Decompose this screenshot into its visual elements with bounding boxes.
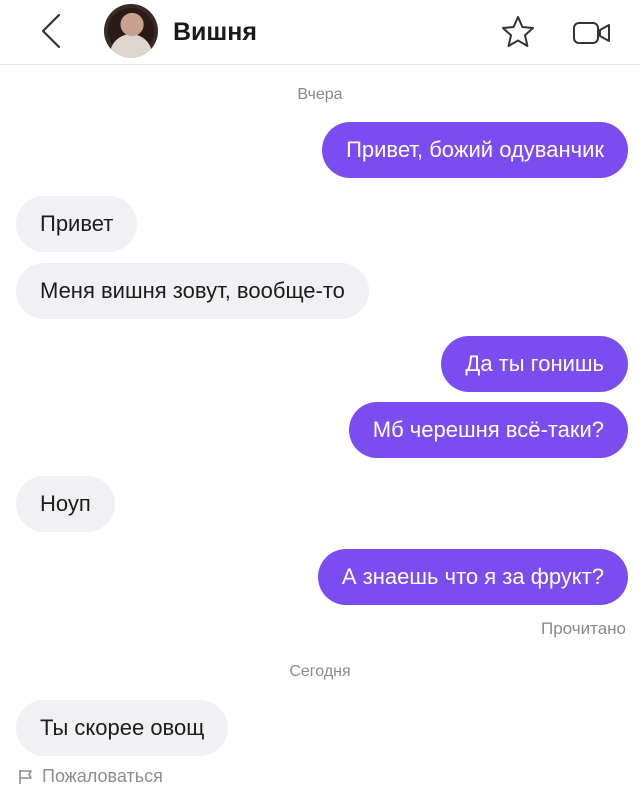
message-incoming[interactable]: Ноуп: [16, 476, 115, 532]
chevron-left-icon: [41, 13, 61, 49]
message-incoming[interactable]: Ты скорее овощ: [16, 700, 229, 756]
message-outgoing[interactable]: Да ты гонишь: [441, 336, 628, 392]
message-outgoing[interactable]: А знаешь что я за фрукт?: [317, 549, 628, 605]
favorite-button[interactable]: [500, 14, 536, 50]
read-status: Прочитано: [541, 619, 626, 638]
message-outgoing[interactable]: Привет, божий одуванчик: [322, 122, 628, 178]
video-call-button[interactable]: [572, 18, 612, 48]
video-camera-icon: [573, 22, 610, 44]
star-outline-icon: [502, 16, 534, 47]
report-label: Пожаловаться: [42, 766, 163, 786]
date-separator-yesterday: Вчера: [297, 86, 343, 103]
message-incoming[interactable]: Привет: [16, 196, 138, 252]
date-separator-today: Сегодня: [289, 663, 351, 680]
contact-name[interactable]: Вишня: [173, 18, 257, 47]
back-button[interactable]: [36, 12, 66, 50]
chat-header: Вишня: [0, 0, 640, 65]
report-link[interactable]: Пожаловаться: [18, 766, 163, 787]
flag-icon: [19, 769, 32, 784]
avatar[interactable]: [104, 4, 158, 58]
message-incoming[interactable]: Меня вишня зовут, вообще-то: [16, 263, 369, 319]
message-outgoing[interactable]: Мб черешня всё-таки?: [348, 402, 628, 458]
